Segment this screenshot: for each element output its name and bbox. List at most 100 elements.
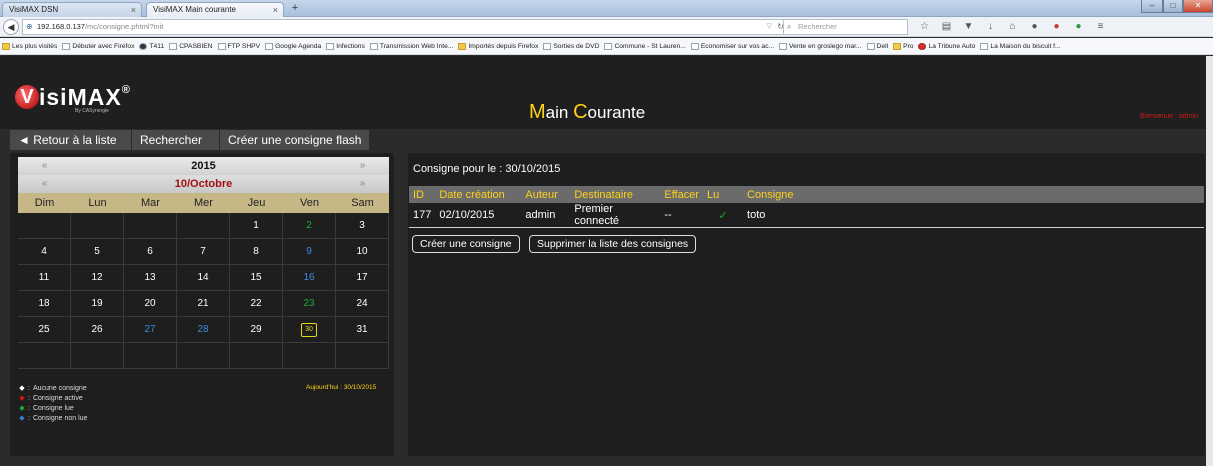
calendar-week: 123 bbox=[18, 213, 389, 239]
page-icon bbox=[866, 42, 875, 50]
column-header[interactable]: Date création bbox=[435, 186, 522, 203]
page-icon bbox=[169, 42, 178, 50]
calendar-day[interactable]: 16 bbox=[283, 265, 336, 291]
calendar-day[interactable]: 22 bbox=[230, 291, 283, 317]
calendar-day[interactable]: 20 bbox=[124, 291, 177, 317]
next-year-button[interactable]: » bbox=[336, 157, 389, 175]
chat-icon[interactable]: ● bbox=[1028, 20, 1041, 33]
tab-close-icon[interactable]: × bbox=[131, 3, 136, 17]
bookmark-item[interactable]: Pro bbox=[893, 42, 913, 50]
calendar-day[interactable]: 13 bbox=[124, 265, 177, 291]
addon-icon[interactable]: ● bbox=[1072, 20, 1085, 33]
delete-consignes-button[interactable]: Supprimer la liste des consignes bbox=[529, 235, 697, 253]
calendar-day[interactable]: 7 bbox=[177, 239, 230, 265]
new-tab-button[interactable]: + bbox=[286, 2, 304, 16]
calendar-day[interactable]: 8 bbox=[230, 239, 283, 265]
title-text: ain bbox=[545, 103, 574, 122]
weekday-header: Dim bbox=[34, 197, 55, 209]
calendar-day[interactable]: 6 bbox=[124, 239, 177, 265]
calendar-day[interactable]: 12 bbox=[71, 265, 124, 291]
calendar-day[interactable]: 23 bbox=[283, 291, 336, 317]
legend-diamond-icon: ◆ bbox=[19, 405, 25, 412]
column-header[interactable]: Lu bbox=[703, 186, 744, 203]
calendar-day[interactable]: 14 bbox=[177, 265, 230, 291]
calendar-day[interactable]: 25 bbox=[18, 317, 71, 343]
table-row[interactable]: 177 02/10/2015 admin Premier connecté --… bbox=[409, 203, 1204, 228]
url-bar[interactable]: ⊕ 192.168.0.137/mc/consigne.phtml?init ▽… bbox=[22, 19, 789, 35]
bookmark-item[interactable]: T411 bbox=[139, 42, 164, 50]
calendar-day[interactable]: 1 bbox=[230, 213, 283, 239]
calendar: « 2015 » « 10/Octobre » Dim Lun Mar Mer Jeu V… bbox=[18, 157, 389, 369]
close-window-icon[interactable]: ✕ bbox=[1183, 0, 1213, 13]
bookmark-item[interactable]: Dell bbox=[866, 42, 888, 50]
column-header[interactable]: Effacer bbox=[660, 186, 704, 203]
calendar-day[interactable]: 17 bbox=[336, 265, 389, 291]
column-header[interactable]: Consigne bbox=[743, 186, 1204, 203]
tab-close-icon[interactable]: × bbox=[273, 3, 278, 17]
bookmark-item[interactable]: Sorties de DVD bbox=[543, 42, 599, 50]
bookmark-item[interactable]: La Tribune Auto bbox=[918, 42, 975, 50]
calendar-day[interactable]: 28 bbox=[177, 317, 230, 343]
maximize-icon[interactable]: □ bbox=[1163, 0, 1183, 13]
calendar-day[interactable]: 24 bbox=[336, 291, 389, 317]
bookmark-item[interactable]: Infections bbox=[326, 42, 365, 50]
bookmark-item[interactable]: Economiser sur vos ac... bbox=[690, 42, 774, 50]
adblock-icon[interactable]: ● bbox=[1050, 20, 1063, 33]
next-month-button[interactable]: » bbox=[336, 175, 389, 193]
tab-visimax-dsn[interactable]: VisiMAX DSN × bbox=[2, 2, 142, 17]
search-input[interactable]: ⌕ Rechercher bbox=[783, 19, 908, 35]
calendar-day[interactable]: 4 bbox=[18, 239, 71, 265]
calendar-day[interactable]: 27 bbox=[124, 317, 177, 343]
calendar-day[interactable]: 15 bbox=[230, 265, 283, 291]
calendar-day[interactable]: 21 bbox=[177, 291, 230, 317]
create-flash-button[interactable]: Créer une consigne flash bbox=[220, 130, 370, 150]
prev-month-button[interactable]: « bbox=[18, 175, 71, 193]
calendar-day[interactable]: 3 bbox=[336, 213, 389, 239]
download-icon[interactable]: ↓ bbox=[984, 20, 997, 33]
bookmark-item[interactable]: Google Agenda bbox=[265, 42, 321, 50]
tab-main-courante[interactable]: VisiMAX Main courante × bbox=[146, 2, 284, 17]
calendar-day[interactable]: 11 bbox=[18, 265, 71, 291]
calendar-day[interactable]: 29 bbox=[230, 317, 283, 343]
bookmark-item[interactable]: Les plus visités bbox=[2, 42, 57, 50]
column-header[interactable]: Auteur bbox=[521, 186, 571, 203]
calendar-day[interactable]: 18 bbox=[18, 291, 71, 317]
back-to-list-button[interactable]: ◄ Retour à la liste bbox=[10, 130, 132, 150]
calendar-day-today[interactable]: 30 bbox=[283, 317, 336, 343]
url-dropdown-icon[interactable]: ▽ bbox=[767, 20, 772, 34]
bookmark-item[interactable]: FTP SHPV bbox=[217, 42, 260, 50]
bookmark-item[interactable]: Commune - St Lauren... bbox=[604, 42, 686, 50]
bookmark-item[interactable]: Importés depuis Firefox bbox=[458, 42, 538, 50]
calendar-day[interactable]: 26 bbox=[71, 317, 124, 343]
calendar-day[interactable]: 31 bbox=[336, 317, 389, 343]
calendar-day[interactable]: 5 bbox=[71, 239, 124, 265]
home-icon[interactable]: ⌂ bbox=[1006, 20, 1019, 33]
calendar-day[interactable]: 19 bbox=[71, 291, 124, 317]
bookmark-item[interactable]: Débuter avec Firefox bbox=[62, 42, 134, 50]
legend-diamond-icon: ◆ bbox=[19, 385, 25, 392]
calendar-day[interactable]: 2 bbox=[283, 213, 336, 239]
minimize-icon[interactable]: – bbox=[1141, 0, 1163, 13]
back-arrow-icon[interactable]: ◀ bbox=[3, 19, 19, 35]
create-consigne-button[interactable]: Créer une consigne bbox=[412, 235, 520, 253]
bookmark-item[interactable]: CPASBIEN bbox=[169, 42, 213, 50]
bookmark-item[interactable]: Transmission Web Inte... bbox=[369, 42, 453, 50]
bookmark-label: Vente en groslego mar... bbox=[789, 42, 862, 50]
prev-year-button[interactable]: « bbox=[18, 157, 71, 175]
bookmark-item[interactable]: La Maison du biscuit f... bbox=[980, 42, 1061, 50]
bookmark-item[interactable]: Vente en groslego mar... bbox=[779, 42, 862, 50]
menu-icon[interactable]: ≡ bbox=[1094, 20, 1107, 33]
page-icon bbox=[604, 42, 613, 50]
calendar-day[interactable]: 10 bbox=[336, 239, 389, 265]
calendar-day[interactable]: 9 bbox=[283, 239, 336, 265]
cell-date: 02/10/2015 bbox=[435, 203, 522, 228]
column-header[interactable]: ID bbox=[409, 186, 436, 203]
bookmarks-list-icon[interactable]: ▤ bbox=[940, 20, 953, 33]
pocket-icon[interactable]: ▼ bbox=[962, 20, 975, 33]
bookmark-star-icon[interactable]: ☆ bbox=[918, 20, 931, 33]
cell-effacer[interactable]: -- bbox=[660, 203, 704, 228]
search-button[interactable]: Rechercher bbox=[132, 130, 220, 150]
weekday-header: Lun bbox=[88, 197, 107, 209]
vertical-scrollbar[interactable] bbox=[1206, 56, 1213, 466]
column-header[interactable]: Destinataire bbox=[570, 186, 661, 203]
